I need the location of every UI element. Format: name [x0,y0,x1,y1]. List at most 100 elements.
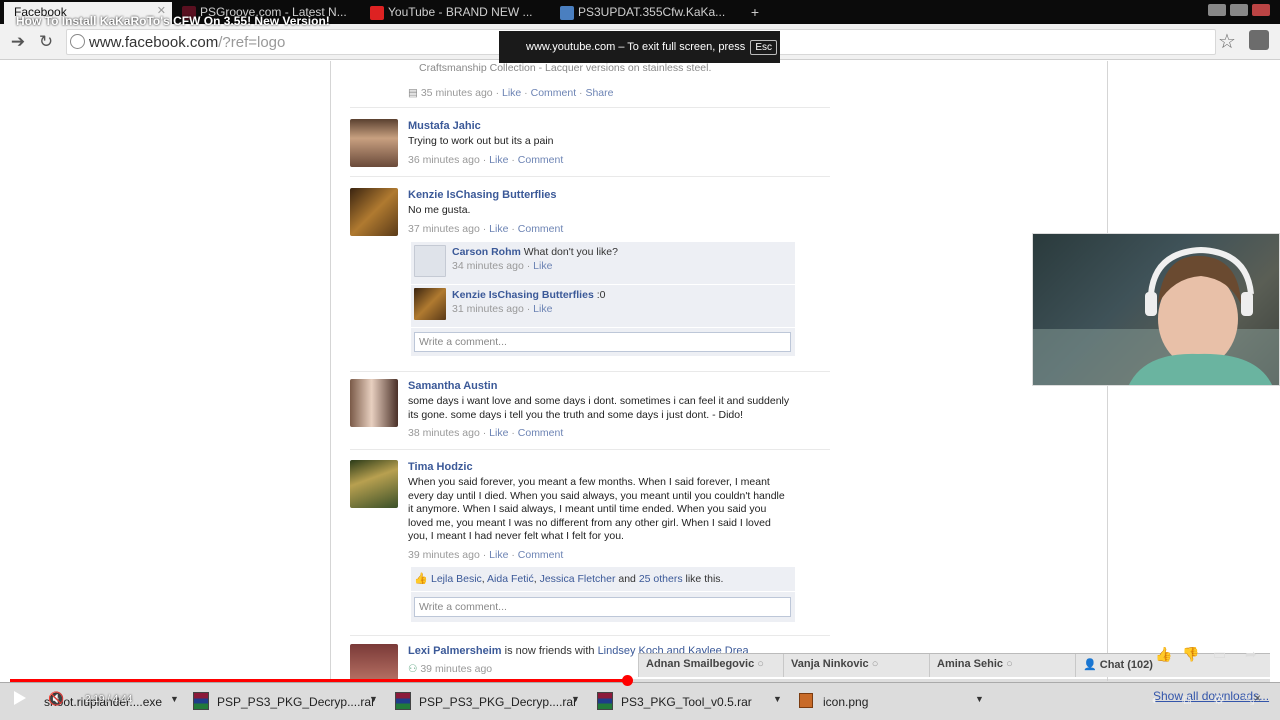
post-author[interactable]: Tima Hodzic [408,460,800,474]
tab-youtube[interactable]: YouTube - BRAND NEW ... [364,2,550,24]
comment-item: Carson Rohm What don't you like? 34 minu… [411,242,795,285]
comment-link[interactable]: Comment [518,427,564,439]
post-author[interactable]: Mustafa Jahic [408,119,800,133]
liker-link[interactable]: Aida Fetić [487,573,534,585]
avatar[interactable] [350,460,398,508]
download-item[interactable]: icon.png ▼ [799,687,989,715]
chat-friend[interactable]: Adnan Smailbegovic ○ [638,654,783,677]
post-author[interactable]: Samantha Austin [408,379,800,393]
post-body: Samantha Austin some days i want love an… [408,379,800,440]
download-filename: PSP_PS3_PKG_Decryp....rar [217,695,376,709]
download-filename: PS3_PKG_Tool_v0.5.rar [621,695,752,709]
comment-author[interactable]: Kenzie IsChasing Butterflies [452,289,594,301]
url-path: /?ref=logo [218,34,286,51]
share-link[interactable]: Share [585,87,613,99]
comment-link[interactable]: Comment [531,87,577,99]
download-item[interactable]: PSP_PS3_PKG_Decryp....rar ▼ [193,687,383,715]
online-status-icon: ○ [1006,658,1013,670]
others-link[interactable]: 25 others [639,573,683,585]
friends-icon: ⚇ [408,663,418,675]
comment-thread: Carson Rohm What don't you like? 34 minu… [411,242,795,356]
avatar[interactable] [350,644,398,681]
liker-link[interactable]: Jessica Fletcher [540,573,616,585]
comment-icon[interactable]: ▭ [1213,646,1226,663]
play-icon[interactable] [14,691,26,705]
like-link[interactable]: Like [489,549,508,561]
chat-label: Chat (102) [1099,659,1153,671]
write-comment-input[interactable]: Write a comment... [414,597,791,617]
download-item[interactable]: PSP_PS3_PKG_Decryp....rar ▼ [395,687,585,715]
truncated-story-text: Craftsmanship Collection - Lacquer versi… [419,62,712,74]
rar-file-icon [193,692,209,710]
avatar[interactable] [350,188,398,236]
exit-fullscreen-icon[interactable]: ⤡ [1244,692,1254,708]
like-link[interactable]: Like [502,87,521,99]
maximize-button[interactable] [1230,4,1248,16]
post-text-line: some days i want love and some days i do… [408,395,790,407]
story-separator [350,176,830,177]
image-file-icon [799,693,813,708]
comment-link[interactable]: Comment [518,549,564,561]
post-body: Kenzie IsChasing Butterflies No me gusta… [408,188,800,236]
captions-icon[interactable]: ⧉ [1182,692,1191,708]
chat-friend[interactable]: Amina Sehic ○ [929,654,1075,677]
like-link[interactable]: Like [489,154,508,166]
progress-scrubber[interactable] [622,675,633,686]
story-separator [350,107,830,108]
thumbs-down-icon[interactable]: 👎 [1182,646,1199,663]
download-item[interactable]: PS3_PKG_Tool_v0.5.rar ▼ [597,687,787,715]
video-progress-bar[interactable] [10,675,1270,686]
like-link[interactable]: Like [533,303,552,315]
comment-link[interactable]: Comment [518,223,564,235]
video-timecode: 2:19 / 4:44 [85,694,133,705]
tab-label: PS3UPDAT.355Cfw.KaKa... [578,5,726,19]
dropdown-caret-icon[interactable]: ▼ [975,694,984,704]
default-avatar[interactable] [414,245,446,277]
comment-author[interactable]: Carson Rohm [452,246,521,258]
close-window-button[interactable] [1252,4,1270,16]
reload-icon[interactable]: ↻ [36,32,56,52]
post-author[interactable]: Kenzie IsChasing Butterflies [408,188,800,202]
avatar[interactable] [350,119,398,167]
tab-ps3updat[interactable]: PS3UPDAT.355Cfw.KaKa... [554,2,740,24]
story-separator [350,635,830,636]
dropdown-caret-icon[interactable]: ▼ [571,694,580,704]
downloads-bar: shoot.riuplander....exe ▼ PSP_PS3_PKG_De… [0,682,1280,720]
fullscreen-notice: www.youtube.com – To exit full screen, p… [499,31,780,63]
chat-button[interactable]: 👤 Chat (102) [1075,654,1165,677]
post-text-line: loved me, you meant I was no different f… [408,516,771,529]
dropdown-caret-icon[interactable]: ▼ [773,694,782,704]
liker-link[interactable]: Lejla Besic [431,573,482,585]
post-time: 39 minutes ago [420,663,493,675]
dropdown-caret-icon[interactable]: ▼ [369,694,378,704]
minimize-button[interactable] [1208,4,1226,16]
thumbs-up-icon[interactable]: 👍 [1155,646,1172,663]
bookmark-star-icon[interactable]: ☆ [1218,29,1236,54]
comment-link[interactable]: Comment [518,154,564,166]
dropdown-caret-icon[interactable]: ▼ [170,694,179,704]
avatar[interactable] [414,288,446,320]
forward-arrow-icon[interactable]: ➔ [8,32,28,52]
like-link[interactable]: Like [489,223,508,235]
like-link[interactable]: Like [533,260,552,272]
volume-muted-icon[interactable]: 🔇 [48,691,64,707]
rar-file-icon [597,692,613,710]
new-tab-button[interactable]: + [745,4,765,20]
write-comment-input[interactable]: Write a comment... [414,332,791,352]
comment-box: Write a comment... [411,592,795,622]
avatar[interactable] [350,379,398,427]
autoplay-toggle-icon[interactable]: ◖ [1150,692,1158,707]
like-link[interactable]: Like [489,427,508,439]
globe-icon [70,34,85,49]
post-author[interactable]: Lexi Palmersheim [408,645,502,657]
chat-friend[interactable]: Vanja Ninkovic ○ [783,654,929,677]
share-icon[interactable]: ➦ [1245,646,1257,663]
close-downloads-icon[interactable]: × [1254,691,1261,705]
comment-body: Carson Rohm What don't you like? 34 minu… [452,245,618,273]
url-host: www.facebook.com [89,34,219,51]
wrench-menu-icon[interactable] [1249,30,1269,50]
post-time: 36 minutes ago [408,153,480,166]
rar-file-icon [395,692,411,710]
feed-post: Samantha Austin some days i want love an… [350,379,810,439]
settings-gear-icon[interactable]: ⚙ [1213,692,1225,708]
